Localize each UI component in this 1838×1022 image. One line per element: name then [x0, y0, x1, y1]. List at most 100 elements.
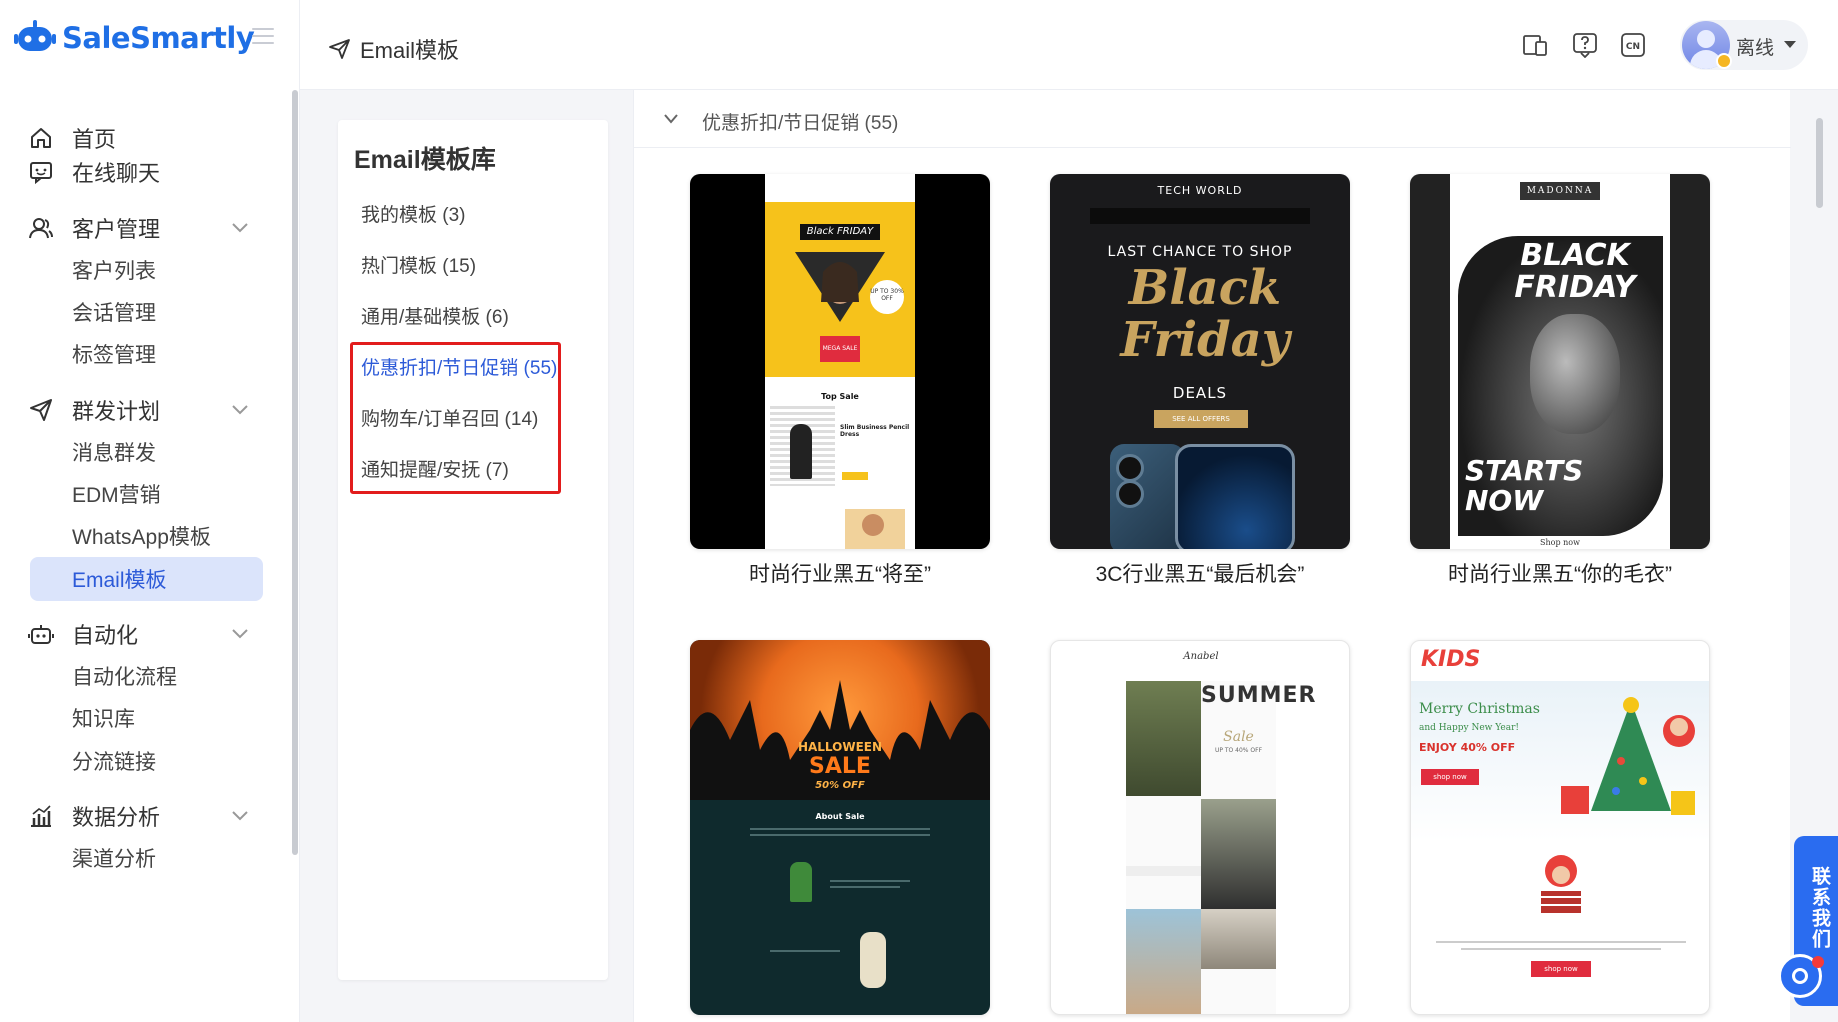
sidebar-item-label: 数据分析 — [72, 805, 161, 830]
sidebar-subitem-label: EDM营销 — [72, 484, 161, 507]
thumb-title: HALLOWEEN — [797, 740, 883, 754]
send-icon — [30, 399, 52, 421]
brand-name: SaleSmartly — [62, 21, 255, 55]
chevron-down-icon — [232, 405, 248, 415]
thumb-button: shop now — [1421, 769, 1479, 785]
thumb-deals: DEALS — [1172, 384, 1228, 402]
thumb-title: Merry Christmas — [1419, 701, 1540, 717]
sidebar-subitem-whatsapp-templates[interactable]: WhatsApp模板 — [0, 514, 290, 558]
sidebar-subitem-label: 知识库 — [72, 708, 135, 731]
contact-us-label: 联系我们 — [1809, 866, 1830, 950]
template-caption: 3C行业黑五“最后机会” — [1095, 563, 1305, 586]
content-scrollbar[interactable] — [1816, 118, 1823, 208]
sidebar-subitem-channel-analytics[interactable]: 渠道分析 — [0, 836, 290, 880]
sidebar-subitem-label: 会话管理 — [72, 302, 156, 325]
category-title: 优惠折扣/节日促销 (55) — [702, 113, 899, 134]
help-icon[interactable] — [1572, 32, 1598, 58]
sidebar-subitem-label: 渠道分析 — [72, 848, 156, 871]
salesmartly-logo-icon — [14, 20, 56, 51]
thumb-title-2: Friday — [1120, 312, 1290, 368]
thumb-off: UP TO 40% OFF — [1214, 747, 1263, 754]
sidebar-subitem-edm[interactable]: EDM营销 — [0, 472, 290, 516]
chevron-down-icon — [232, 629, 248, 639]
chart-icon — [31, 805, 51, 827]
chevron-down-icon — [664, 114, 678, 124]
thumb-about: About Sale — [815, 812, 865, 821]
sidebar-subitem-automation-flows[interactable]: 自动化流程 — [0, 654, 290, 698]
sidebar-item-label: 客户管理 — [72, 217, 161, 242]
sidebar-item-label: 群发计划 — [72, 399, 161, 424]
thumb-subtitle: and Happy New Year! — [1419, 723, 1520, 733]
sidebar-subitem-label: 客户列表 — [72, 260, 156, 283]
sidebar: SaleSmartly 首页 在线聊天 客户管理 客户列表 会话管理 标签管理 … — [0, 0, 300, 1022]
home-icon — [31, 128, 51, 148]
template-thumbnail[interactable]: Anabel Black FRIDAY UP TO 30% OFF MEGA S… — [690, 174, 990, 549]
thumb-mega: MEGA SALE — [820, 336, 860, 362]
sidebar-item-label: 自动化 — [72, 623, 139, 648]
user-status-label: 离线 — [1736, 38, 1775, 59]
sidebar-subitem-knowledge-base[interactable]: 知识库 — [0, 696, 290, 740]
thumb-product: Slim Business Pencil Dress — [840, 424, 910, 438]
chevron-down-icon — [232, 223, 248, 233]
sidebar-subitem-email-templates[interactable]: Email模板 — [30, 557, 263, 601]
thumb-off: ENJOY 40% OFF — [1419, 741, 1516, 754]
thumb-sale: Sale — [1223, 729, 1254, 745]
template-thumbnail[interactable]: HALLOWEEN SALE 50% OFF About Sale — [690, 640, 990, 1015]
thumb-headline: Black FRIDAY — [800, 224, 880, 240]
category-header[interactable]: 优惠折扣/节日促销 (55) — [634, 90, 1791, 148]
thumb-shop: Shop now — [1540, 538, 1580, 547]
sidebar-subitem-routing-links[interactable]: 分流链接 — [0, 739, 290, 783]
sidebar-subitem-label: 分流链接 — [72, 751, 156, 774]
sidebar-subitem-label: WhatsApp模板 — [72, 526, 211, 549]
thumb-button-2: shop now — [1531, 961, 1591, 977]
collapse-menu-icon[interactable] — [252, 28, 274, 46]
sidebar-subitem-conversations[interactable]: 会话管理 — [0, 290, 290, 334]
thumb-subtitle: STARTS NOW — [1465, 454, 1584, 517]
thumb-title: Black — [1128, 260, 1282, 316]
sidebar-subitem-label: Email模板 — [72, 569, 167, 592]
users-icon — [29, 218, 53, 239]
template-thumbnail[interactable]: KIDS Merry Christmas and Happy New Year!… — [1410, 640, 1710, 1015]
library-item-my-templates[interactable]: 我的模板 (3) — [361, 200, 466, 227]
logo[interactable]: SaleSmartly — [14, 18, 255, 58]
thumb-title: SUMMER — [1201, 683, 1317, 708]
chevron-down-icon — [232, 811, 248, 821]
thumb-top-sale: Top Sale — [821, 392, 859, 401]
template-caption: 时尚行业黑五“将至” — [749, 563, 931, 586]
notification-dot — [1812, 956, 1824, 968]
chat-icon — [30, 162, 52, 185]
thumb-brand: Anabel — [822, 184, 858, 195]
sidebar-subitem-tags[interactable]: 标签管理 — [0, 332, 290, 376]
devices-icon[interactable] — [1522, 32, 1548, 58]
sidebar-subitem-label: 消息群发 — [72, 442, 156, 465]
library-item-popular[interactable]: 热门模板 (15) — [361, 251, 476, 278]
sidebar-subitem-broadcast[interactable]: 消息群发 — [0, 430, 290, 474]
contact-us-button[interactable]: 联系我们 — [1778, 836, 1838, 1006]
user-menu[interactable]: 离线 — [1680, 20, 1808, 70]
thumb-brand: TECH WORLD — [1157, 184, 1243, 197]
thumb-badge: UP TO 30% OFF — [870, 280, 904, 314]
template-thumbnail[interactable]: TECH WORLD LAST CHANCE TO SHOP Black Fri… — [1050, 174, 1350, 549]
sidebar-subitem-customer-list[interactable]: 客户列表 — [0, 248, 290, 292]
template-gallery: 优惠折扣/节日促销 (55) Anabel Black FRIDAY UP TO… — [633, 90, 1791, 1022]
sidebar-item-automation[interactable]: 自动化 — [0, 612, 290, 656]
language-badge: CN — [1626, 42, 1640, 52]
sidebar-item-customers[interactable]: 客户管理 — [0, 206, 290, 250]
library-item-general[interactable]: 通用/基础模板 (6) — [361, 302, 509, 329]
template-library-panel: Email模板库 我的模板 (3) 热门模板 (15) 通用/基础模板 (6) … — [338, 120, 608, 980]
language-icon[interactable]: CN — [1620, 32, 1646, 58]
template-thumbnail[interactable]: MADONNA BLACK FRIDAY STARTS NOW Shop now — [1410, 174, 1710, 549]
highlight-box — [350, 342, 561, 494]
template-thumbnail[interactable]: Anabel SUMMER Sale UP TO 40% OFF — [1050, 640, 1350, 1015]
robot-icon — [28, 625, 54, 644]
template-caption: 时尚行业黑五“你的毛衣” — [1448, 563, 1672, 586]
thumb-brand: Anabel — [1183, 651, 1219, 662]
sidebar-item-analytics[interactable]: 数据分析 — [0, 794, 290, 838]
send-icon — [329, 39, 350, 59]
page-title: Email模板 — [328, 33, 459, 65]
sidebar-item-campaigns[interactable]: 群发计划 — [0, 388, 290, 432]
sidebar-subitem-label: 标签管理 — [72, 344, 156, 367]
sidebar-item-chat[interactable]: 在线聊天 — [0, 150, 290, 194]
caret-down-icon — [1784, 41, 1796, 48]
sidebar-scrollbar[interactable] — [292, 90, 298, 855]
